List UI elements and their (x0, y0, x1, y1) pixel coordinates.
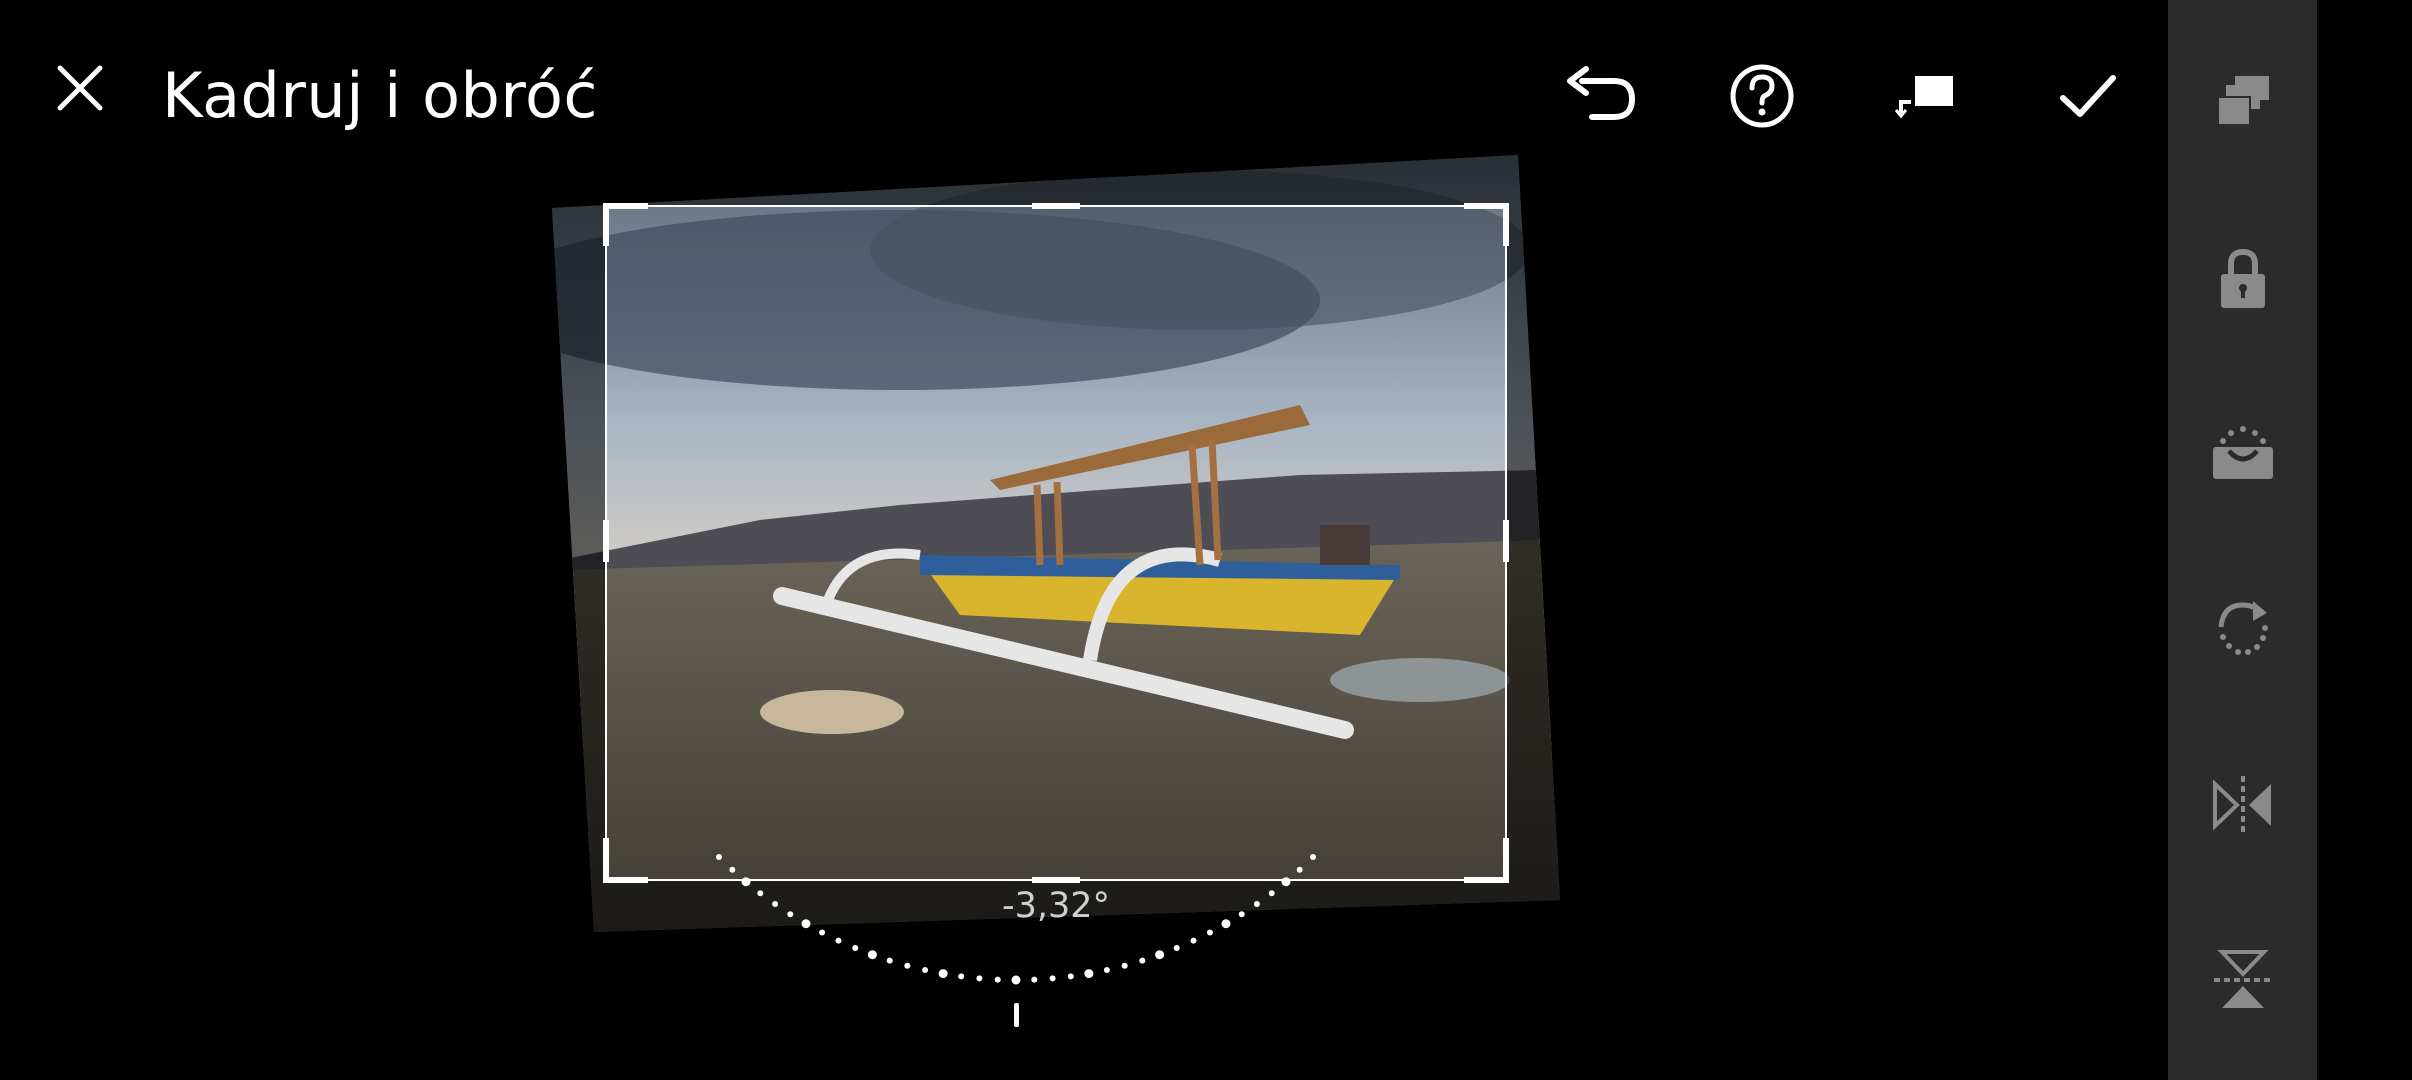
photo-image (552, 155, 1560, 932)
help-icon (1730, 64, 1794, 128)
flip-vertical-button[interactable] (2168, 920, 2317, 1040)
dial-tick (801, 919, 811, 929)
close-button[interactable] (44, 52, 116, 124)
dial-tick (835, 937, 842, 944)
dial-tick (1067, 973, 1074, 980)
rotate-icon (2218, 601, 2268, 655)
undo-button[interactable] (1560, 56, 1640, 136)
angle-readout: -3,32° (1001, 886, 1111, 926)
checkmark-icon (2060, 75, 2116, 117)
dial-tick (922, 967, 929, 973)
dial-tick (994, 976, 1001, 983)
dial-tick (1238, 911, 1245, 918)
dial-tick (1103, 967, 1110, 973)
flip-horizontal-icon (2212, 776, 2271, 832)
dial-tick (819, 929, 826, 936)
dial-tick (1049, 975, 1056, 982)
tool-rail (2168, 0, 2317, 1080)
dial-tick (1121, 962, 1128, 969)
help-button[interactable] (1722, 56, 1802, 136)
dial-tick (1084, 969, 1094, 979)
rotate-crop-button[interactable] (1884, 56, 1964, 136)
dial-tick (1268, 890, 1275, 897)
top-bar: Kadruj i obróć (0, 0, 2168, 190)
aspect-ratio-icon (2216, 76, 2269, 124)
undo-icon (1567, 66, 1636, 120)
flip-horizontal-button[interactable] (2168, 745, 2317, 865)
aspect-lock-button[interactable] (2168, 218, 2317, 338)
aspect-ratio-button[interactable] (2168, 40, 2317, 160)
dial-tick (757, 890, 764, 897)
lock-icon (2220, 248, 2265, 308)
dial-tick (958, 973, 965, 980)
dial-tick (1221, 919, 1231, 929)
dial-tick (1173, 945, 1180, 951)
rotate-button[interactable] (2168, 568, 2317, 688)
dial-tick (1281, 877, 1291, 887)
confirm-button[interactable] (2048, 56, 2128, 136)
dial-tick (1310, 854, 1316, 860)
auto-straighten-button[interactable] (2168, 393, 2317, 513)
dial-tick (716, 854, 722, 860)
dial-tick (1296, 866, 1303, 873)
dial-tick (741, 877, 751, 887)
auto-straighten-icon (2212, 426, 2273, 479)
dial-tick (787, 911, 794, 918)
dial-tick (886, 957, 893, 964)
dial-tick (1139, 957, 1146, 964)
close-icon (57, 65, 103, 111)
rotate-crop-icon (1894, 76, 1953, 119)
dial-tick (729, 866, 736, 873)
dial-tick (1011, 975, 1021, 985)
dial-tick (852, 945, 859, 951)
dial-tick (1031, 976, 1038, 983)
dial-center-marker (1014, 1003, 1019, 1027)
flip-vertical-icon (2213, 950, 2270, 1008)
dial-tick (1155, 950, 1165, 960)
dial-tick (1190, 937, 1197, 944)
dial-tick (772, 901, 779, 907)
dial-tick (1206, 929, 1213, 936)
dial-tick (904, 962, 911, 969)
dial-tick (867, 950, 877, 960)
page-title: Kadruj i obróć (162, 59, 599, 132)
dial-tick (938, 969, 948, 979)
dial-tick (976, 975, 983, 982)
dial-tick (1253, 901, 1260, 907)
